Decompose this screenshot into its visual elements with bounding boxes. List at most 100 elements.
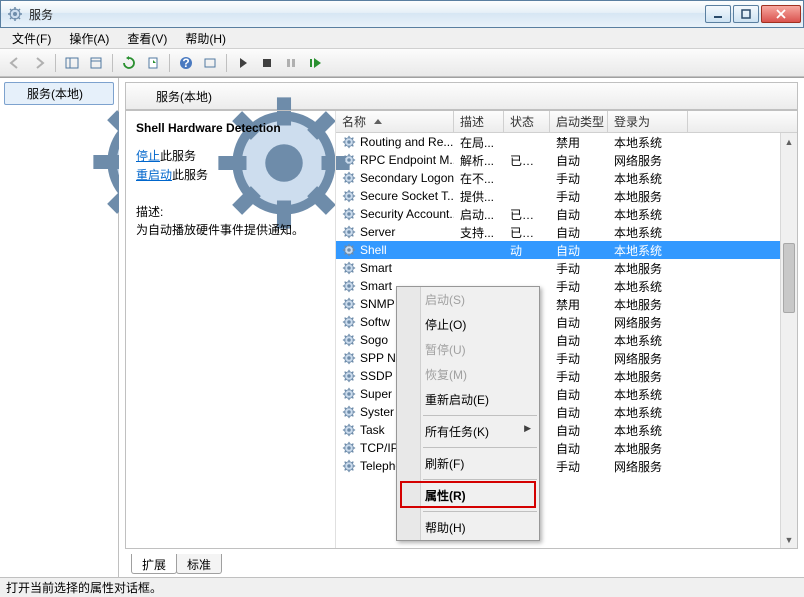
app-icon [7, 6, 23, 22]
scroll-up-icon[interactable]: ▲ [781, 133, 797, 150]
col-desc[interactable]: 描述 [454, 111, 504, 132]
cell-start: 手动 [550, 260, 608, 277]
cell-start: 手动 [550, 278, 608, 295]
ctx-start[interactable]: 启动(S) [397, 287, 539, 312]
pause-service-button[interactable] [280, 52, 302, 74]
restart-link-line: 重启动此服务 [136, 166, 325, 185]
table-row[interactable]: Secondary Logon在不... 手动本地系统 [336, 169, 797, 187]
description-label: 描述: [136, 203, 325, 220]
gear-icon [342, 315, 356, 329]
cell-start: 自动 [550, 440, 608, 457]
ctx-pause[interactable]: 暂停(U) [397, 337, 539, 362]
cell-name: Secondary Logon [360, 171, 454, 185]
cell-logon: 网络服务 [608, 314, 688, 331]
cell-desc: 支持... [454, 224, 504, 241]
stop-service-button[interactable] [256, 52, 278, 74]
menu-help[interactable]: 帮助(H) [177, 28, 234, 49]
table-row[interactable]: Security Account...启动...已启动自动本地系统 [336, 205, 797, 223]
refresh-button[interactable] [118, 52, 140, 74]
cell-name: Smart [360, 279, 392, 293]
cell-name: Routing and Re... [360, 135, 453, 149]
menubar: 文件(F) 操作(A) 查看(V) 帮助(H) [0, 28, 804, 49]
cell-name: Syster [360, 405, 394, 419]
minimize-button[interactable] [705, 5, 731, 23]
table-row[interactable]: Routing and Re...在局...禁用本地系统 [336, 133, 797, 151]
menu-view[interactable]: 查看(V) [119, 28, 175, 49]
scroll-thumb[interactable] [783, 243, 795, 313]
col-status[interactable]: 状态 [504, 111, 550, 132]
cell-start: 自动 [550, 332, 608, 349]
ctx-resume[interactable]: 恢复(M) [397, 362, 539, 387]
table-row[interactable]: Smart手动本地服务 [336, 259, 797, 277]
cell-name: Task [360, 423, 385, 437]
forward-button[interactable] [28, 52, 50, 74]
list-header: 名称 描述 状态 启动类型 登录为 [336, 111, 797, 133]
cell-start: 自动 [550, 242, 608, 259]
vertical-scrollbar[interactable]: ▲ ▼ [780, 133, 797, 548]
col-logon[interactable]: 登录为 [608, 111, 688, 132]
cell-logon: 本地系统 [608, 242, 688, 259]
cell-start: 手动 [550, 170, 608, 187]
table-row[interactable]: Secure Socket T...提供...手动本地服务 [336, 187, 797, 205]
statusbar-text: 打开当前选择的属性对话框。 [6, 579, 162, 596]
gear-icon [342, 279, 356, 293]
menu-action[interactable]: 操作(A) [61, 28, 117, 49]
restart-service-button[interactable] [304, 52, 326, 74]
ctx-all-tasks[interactable]: 所有任务(K) [397, 419, 539, 444]
toolbar: ? [0, 49, 804, 77]
show-hide-tree-button[interactable] [61, 52, 83, 74]
cell-start: 自动 [550, 224, 608, 241]
help-button[interactable]: ? [175, 52, 197, 74]
cell-logon: 本地系统 [608, 170, 688, 187]
ctx-restart[interactable]: 重新启动(E) [397, 387, 539, 412]
close-button[interactable] [761, 5, 801, 23]
maximize-button[interactable] [733, 5, 759, 23]
col-start[interactable]: 启动类型 [550, 111, 608, 132]
gear-icon [342, 153, 356, 167]
gear-icon [342, 207, 356, 221]
gear-icon [342, 189, 356, 203]
svg-text:?: ? [182, 56, 189, 70]
properties-toolbar-button[interactable] [85, 52, 107, 74]
cell-name: Secure Socket T... [360, 189, 454, 203]
tab-extended[interactable]: 扩展 [131, 554, 177, 574]
col-name[interactable]: 名称 [336, 111, 454, 132]
cell-start: 自动 [550, 152, 608, 169]
tree-item-services-local[interactable]: 服务(本地) [4, 82, 114, 105]
cell-logon: 网络服务 [608, 350, 688, 367]
cell-logon: 本地服务 [608, 296, 688, 313]
ctx-properties[interactable]: 属性(R) [397, 483, 539, 508]
scroll-down-icon[interactable]: ▼ [781, 531, 797, 548]
context-menu: 启动(S) 停止(O) 暂停(U) 恢复(M) 重新启动(E) 所有任务(K) … [396, 286, 540, 541]
tree-panel: 服务(本地) [0, 78, 119, 577]
cell-desc: 在不... [454, 170, 504, 187]
cell-start: 自动 [550, 314, 608, 331]
stop-link[interactable]: 停止 [136, 149, 160, 163]
gear-icon [9, 87, 23, 101]
action-button[interactable] [199, 52, 221, 74]
statusbar: 打开当前选择的属性对话框。 [0, 577, 804, 597]
cell-start: 手动 [550, 350, 608, 367]
table-row[interactable]: Server支持...已启动自动本地系统 [336, 223, 797, 241]
cell-logon: 本地系统 [608, 386, 688, 403]
cell-start: 自动 [550, 206, 608, 223]
cell-start: 手动 [550, 188, 608, 205]
table-row[interactable]: Shell动自动本地系统 [336, 241, 797, 259]
start-service-button[interactable] [232, 52, 254, 74]
ctx-stop[interactable]: 停止(O) [397, 312, 539, 337]
cell-logon: 本地系统 [608, 422, 688, 439]
cell-logon: 本地服务 [608, 188, 688, 205]
menu-file[interactable]: 文件(F) [4, 28, 59, 49]
tab-standard[interactable]: 标准 [176, 554, 222, 574]
restart-link[interactable]: 重启动 [136, 168, 172, 182]
export-button[interactable] [142, 52, 164, 74]
ctx-refresh[interactable]: 刷新(F) [397, 451, 539, 476]
cell-start: 禁用 [550, 296, 608, 313]
back-button[interactable] [4, 52, 26, 74]
detail-pane: Shell Hardware Detection 停止此服务 重启动此服务 描述… [126, 111, 336, 548]
cell-logon: 本地系统 [608, 404, 688, 421]
ctx-help[interactable]: 帮助(H) [397, 515, 539, 540]
cell-name: Shell [360, 243, 387, 257]
table-row[interactable]: RPC Endpoint M...解析...已启动自动网络服务 [336, 151, 797, 169]
cell-logon: 本地服务 [608, 260, 688, 277]
